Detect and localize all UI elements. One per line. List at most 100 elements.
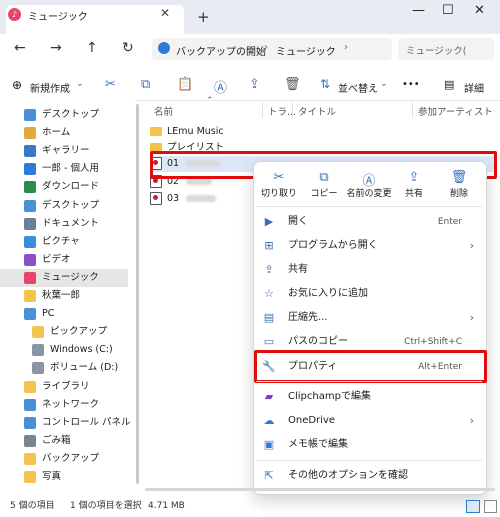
pc-icon	[24, 308, 36, 321]
menu-item-label: メモ帳で編集	[288, 439, 348, 450]
sidebar-item[interactable]: ホーム	[0, 124, 128, 142]
sidebar-item-label: ホーム	[42, 127, 71, 139]
up-button[interactable]: ↑	[86, 40, 98, 56]
column-name[interactable]: 名前	[154, 104, 173, 118]
menu-item-label: その他のオプションを確認	[288, 470, 408, 481]
menu-item-clipchamp[interactable]: ▰ Clipchampで編集	[262, 386, 476, 408]
sidebar-item[interactable]: PC	[0, 305, 128, 323]
sidebar-item[interactable]: 一郎 - 個人用	[0, 160, 128, 178]
column-divider[interactable]	[292, 102, 293, 118]
search-box[interactable]: ミュージック(	[398, 38, 494, 60]
sidebar-scrollbar[interactable]	[136, 104, 139, 484]
column-title[interactable]: タイトル	[298, 104, 336, 118]
breadcrumb-backup[interactable]: バックアップの開始	[176, 43, 266, 58]
menu-item-favorite[interactable]: ☆ お気に入りに追加	[262, 283, 476, 305]
maximize-button[interactable]: ☐	[442, 3, 454, 18]
sidebar-item[interactable]: ボリューム (D:)	[0, 359, 128, 377]
details-button[interactable]: 詳細	[464, 80, 484, 95]
sidebar-item[interactable]: ネットワーク	[0, 396, 128, 414]
more-button[interactable]: •••	[402, 79, 420, 90]
column-divider[interactable]	[262, 102, 263, 118]
menu-item-notepad[interactable]: ▣ メモ帳で編集	[262, 434, 476, 456]
sidebar-item[interactable]: ビデオ	[0, 251, 128, 269]
close-button[interactable]: ✕	[474, 3, 485, 18]
sidebar-item-label: デスクトップ	[42, 199, 100, 211]
recycle-bin-icon	[24, 434, 36, 447]
context-rename-button[interactable]: Ⓐ 名前の変更	[344, 170, 394, 199]
forward-button[interactable]: →	[50, 40, 62, 56]
onedrive-icon	[24, 163, 36, 176]
cut-label: 切り取り	[260, 189, 297, 199]
context-delete-button[interactable]: 🗑 削除	[436, 170, 482, 199]
selected-size: 4.71 MB	[148, 501, 185, 511]
details-view-icon[interactable]	[466, 500, 480, 513]
delete-label: 削除	[449, 189, 468, 199]
redacted-text	[186, 178, 213, 185]
minimize-button[interactable]: —	[412, 3, 425, 18]
sidebar-item[interactable]: 秋葉一郎	[0, 287, 128, 305]
share-icon[interactable]: ⇪	[249, 77, 260, 92]
menu-item-label: 開く	[288, 216, 308, 227]
address-bar[interactable]: バックアップの開始 › ミュージック ›	[152, 38, 392, 60]
delete-icon[interactable]: 🗑	[284, 77, 301, 92]
sidebar-item[interactable]: コントロール パネル	[0, 414, 131, 432]
notepad-icon: ▣	[263, 438, 275, 451]
delete-icon: 🗑	[450, 170, 468, 185]
menu-item-compress[interactable]: ▤ 圧縮先... ›	[262, 307, 476, 329]
context-share-button[interactable]: ⇪ 共有	[391, 170, 437, 199]
sidebar-item[interactable]: ミュージック	[0, 268, 128, 287]
menu-divider	[256, 206, 482, 207]
cut-icon[interactable]: ✂	[105, 77, 116, 92]
horizontal-scrollbar[interactable]	[145, 488, 495, 491]
sidebar-item-label: バックアップ	[42, 452, 100, 464]
context-copy-button[interactable]: ⧉ コピー	[301, 170, 347, 199]
menu-item-shortcut: Enter	[437, 217, 462, 227]
sidebar-item[interactable]: ドキュメント	[0, 215, 128, 233]
sidebar-item-label: ピクチャ	[42, 235, 80, 247]
menu-item-label: OneDrive	[288, 415, 336, 426]
tab-close-icon[interactable]: ✕	[160, 6, 170, 20]
sidebar-item[interactable]: ごみ箱	[0, 432, 128, 450]
list-item[interactable]: LEmu Music	[150, 124, 495, 140]
sidebar-item[interactable]: デスクトップ	[0, 106, 128, 124]
paste-icon[interactable]: 📋	[177, 77, 193, 92]
new-button[interactable]: 新規作成	[30, 80, 70, 95]
rename-icon: Ⓐ	[362, 174, 376, 189]
column-artist[interactable]: 参加アーティスト	[418, 104, 493, 118]
copy-label: コピー	[310, 189, 338, 199]
sidebar-item-label: ギャラリー	[42, 145, 90, 157]
cut-icon: ✂	[273, 170, 285, 185]
copy-icon[interactable]: ⧉	[141, 77, 150, 92]
sidebar-item[interactable]: Windows (C:)	[0, 341, 128, 359]
sidebar-item[interactable]: バックアップ	[0, 450, 128, 468]
drive-icon	[32, 344, 44, 357]
folder-icon	[32, 326, 44, 339]
menu-item-onedrive[interactable]: ☁ OneDrive ›	[262, 410, 476, 432]
open-with-icon: ⊞	[264, 239, 274, 252]
desktop-icon	[24, 109, 36, 121]
share-icon: ⇪	[264, 263, 274, 276]
new-tab-button[interactable]: +	[197, 8, 210, 26]
menu-divider	[256, 381, 482, 382]
menu-item-label: お気に入りに追加	[288, 288, 368, 299]
sidebar-item[interactable]: ギャラリー	[0, 142, 128, 160]
menu-item-open-with[interactable]: ⊞ プログラムから開く ›	[262, 235, 476, 257]
back-button[interactable]: ←	[14, 40, 26, 56]
sidebar-item[interactable]: 写真	[0, 468, 128, 486]
folder-icon	[24, 452, 36, 465]
breadcrumb-music[interactable]: ミュージック	[276, 43, 336, 58]
menu-item-share[interactable]: ⇪ 共有	[262, 259, 476, 281]
sidebar-item[interactable]: デスクトップ	[0, 197, 128, 215]
context-cut-button[interactable]: ✂ 切り取り	[256, 170, 302, 199]
menu-item-more-options[interactable]: ⇱ その他のオプションを確認	[262, 465, 476, 487]
refresh-button[interactable]: ↻	[122, 40, 134, 56]
tiles-view-icon[interactable]	[484, 500, 497, 513]
sidebar-item[interactable]: ピックアップ	[0, 323, 128, 341]
column-divider[interactable]	[412, 102, 413, 118]
sort-button[interactable]: 並べ替え	[338, 80, 378, 95]
sidebar-item[interactable]: ピクチャ	[0, 233, 128, 251]
rename-icon[interactable]: Ⓐ	[214, 77, 227, 96]
menu-item-open[interactable]: ▶ 開く Enter	[262, 211, 476, 233]
sidebar-item[interactable]: ライブラリ	[0, 378, 128, 396]
sidebar-item[interactable]: ダウンロード	[0, 178, 128, 196]
